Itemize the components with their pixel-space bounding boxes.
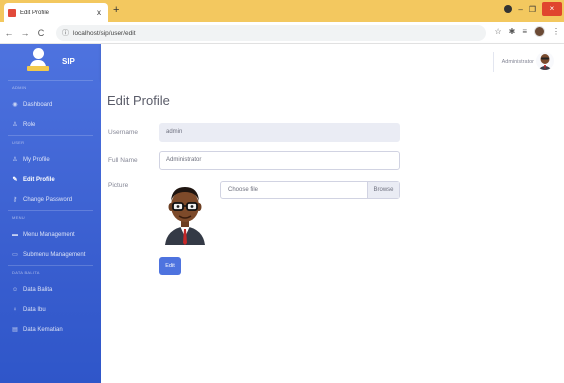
- topbar-divider: [493, 52, 494, 72]
- window-controls: – ❐ ×: [504, 2, 562, 16]
- sidebar-item-my-profile[interactable]: ♙ My Profile: [0, 150, 101, 170]
- tab-title: Edit Profile: [20, 9, 50, 16]
- sidebar-heading: DATA BALITA: [12, 270, 40, 275]
- browser-actions: ☆ ✱ ≡ ⋮: [494, 26, 560, 37]
- username-field[interactable]: admin: [159, 123, 400, 142]
- sidebar-item-edit-profile[interactable]: ✎ Edit Profile: [0, 170, 101, 190]
- tab-close-icon[interactable]: x: [94, 8, 104, 17]
- brand-logo-icon: [27, 48, 49, 72]
- sidebar-item-label: Submenu Management: [23, 252, 86, 258]
- forward-icon[interactable]: →: [18, 28, 32, 38]
- user-icon: ♙: [12, 122, 18, 128]
- fullname-label: Full Name: [108, 157, 138, 164]
- sidebar-item-change-password[interactable]: ⚷ Change Password: [0, 190, 101, 210]
- child-icon: ☺: [12, 287, 19, 293]
- url-text: localhost/sip/user/edit: [73, 29, 136, 37]
- queue-icon[interactable]: ≡: [522, 27, 527, 36]
- extension-icon[interactable]: ✱: [509, 27, 516, 36]
- topbar-user-name[interactable]: Administrator: [502, 59, 534, 65]
- browser-tab-bar: Edit Profile x + – ❐ ×: [0, 0, 564, 22]
- reload-icon[interactable]: C: [34, 28, 48, 38]
- minimize-button[interactable]: –: [518, 5, 522, 14]
- favicon-icon: [8, 8, 16, 17]
- female-icon: ♀: [12, 307, 18, 313]
- main-content: Edit Profile Username admin Full Name Ad…: [101, 80, 564, 383]
- back-icon[interactable]: ←: [2, 28, 16, 38]
- sidebar-item-label: Menu Management: [23, 232, 75, 238]
- sidebar-heading: MENU: [12, 215, 25, 220]
- record-icon[interactable]: [504, 5, 513, 13]
- sidebar-brand[interactable]: SIP: [0, 44, 101, 80]
- topbar: Administrator: [101, 44, 564, 80]
- sidebar-heading: USER: [12, 140, 25, 145]
- dashboard-icon: ◉: [12, 102, 18, 108]
- sidebar-item-data-ibu[interactable]: ♀ Data Ibu: [0, 300, 101, 320]
- sidebar-item-label: Dashboard: [23, 102, 53, 108]
- picture-file-input[interactable]: Choose file Browse: [220, 181, 400, 199]
- edit-button[interactable]: Edit: [159, 257, 181, 275]
- file-placeholder: Choose file: [228, 187, 259, 193]
- sidebar-item-data-kematian[interactable]: ▤ Data Kematian: [0, 320, 101, 340]
- new-tab-button[interactable]: +: [113, 4, 119, 16]
- maximize-button[interactable]: ❐: [529, 5, 536, 14]
- sidebar-item-role[interactable]: ♙ Role: [0, 115, 101, 135]
- user-avatar[interactable]: [536, 52, 554, 70]
- sidebar-item-menu-management[interactable]: ▬ Menu Management: [0, 225, 101, 245]
- sidebar-item-label: Data Balita: [23, 287, 53, 293]
- folder-icon: ▬: [12, 232, 18, 238]
- sidebar-item-submenu-management[interactable]: ▭ Submenu Management: [0, 245, 101, 265]
- brand-name: SIP: [62, 57, 75, 66]
- sidebar-item-label: Role: [23, 122, 36, 128]
- picture-label: Picture: [108, 182, 129, 189]
- username-label: Username: [108, 129, 138, 136]
- user-edit-icon: ✎: [12, 177, 18, 183]
- info-icon[interactable]: ⓘ: [62, 28, 69, 38]
- browser-address-bar: ← → C ⓘ localhost/sip/user/edit ☆ ✱ ≡ ⋮: [0, 22, 564, 44]
- profile-avatar-icon[interactable]: [534, 26, 545, 37]
- sidebar-item-label: Data Kematian: [23, 327, 63, 333]
- fullname-field[interactable]: Administrator: [159, 151, 400, 170]
- sidebar-item-dashboard[interactable]: ◉ Dashboard: [0, 95, 101, 115]
- user-icon: ♙: [12, 157, 18, 163]
- browser-window: Edit Profile x + – ❐ × ← → C ⓘ localhost…: [0, 0, 564, 383]
- sidebar-item-data-balita[interactable]: ☺ Data Balita: [0, 280, 101, 300]
- sidebar-heading: ADMIN: [12, 85, 27, 90]
- sidebar: SIP ADMIN ◉ Dashboard ♙ Role USER ♙ My P…: [0, 44, 101, 383]
- file-icon: ▤: [12, 327, 18, 333]
- sidebar-item-label: My Profile: [23, 157, 50, 163]
- browse-button[interactable]: Browse: [367, 182, 399, 198]
- folder-open-icon: ▭: [12, 252, 18, 258]
- browser-tab[interactable]: Edit Profile x: [4, 3, 108, 22]
- star-icon[interactable]: ☆: [494, 27, 501, 36]
- page-title: Edit Profile: [107, 93, 170, 108]
- sidebar-item-label: Data Ibu: [23, 307, 46, 313]
- sidebar-item-label: Edit Profile: [23, 177, 55, 183]
- more-icon[interactable]: ⋮: [552, 27, 560, 36]
- profile-picture: [159, 179, 211, 245]
- close-window-button[interactable]: ×: [542, 2, 562, 16]
- sidebar-item-label: Change Password: [23, 197, 73, 203]
- key-icon: ⚷: [12, 197, 18, 203]
- url-input[interactable]: ⓘ localhost/sip/user/edit: [56, 25, 486, 41]
